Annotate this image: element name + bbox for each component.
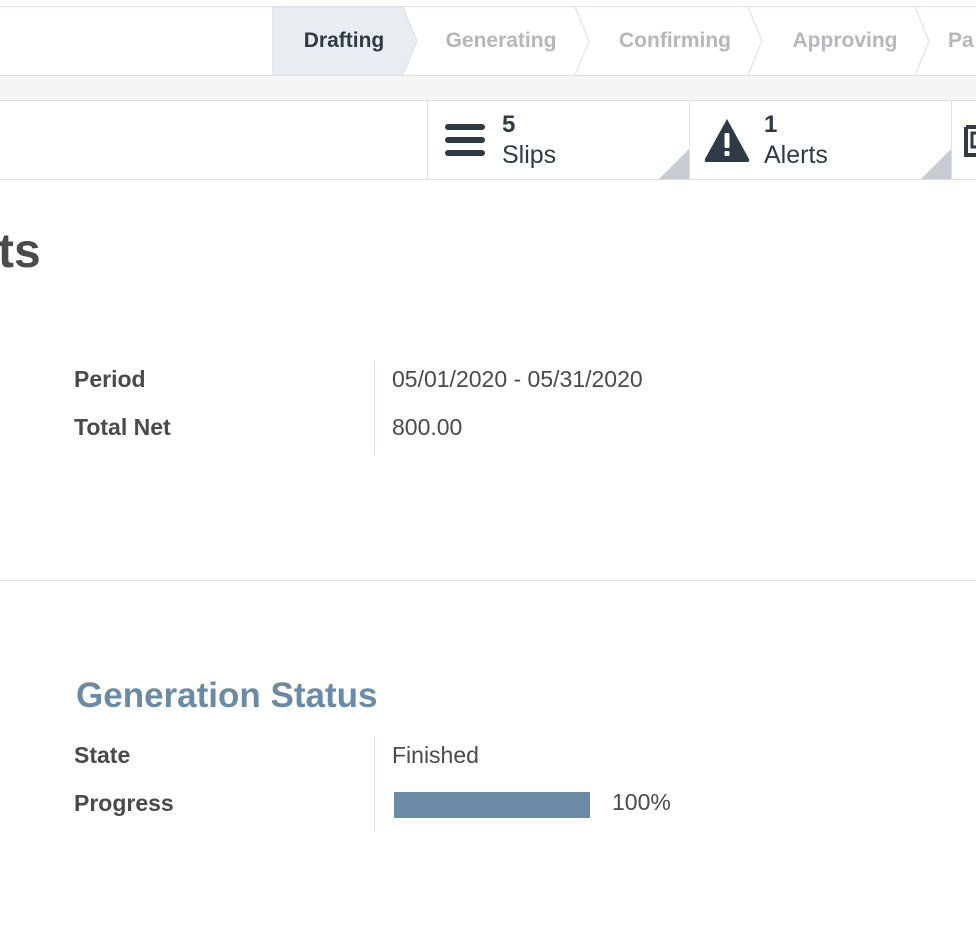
warning-icon bbox=[704, 119, 750, 162]
state-value: Finished bbox=[392, 742, 479, 768]
slips-count: 5 bbox=[502, 111, 516, 138]
stage-confirming[interactable]: Confirming bbox=[606, 7, 744, 75]
page-title: ts bbox=[0, 225, 41, 278]
alerts-count: 1 bbox=[764, 111, 778, 138]
list-icon bbox=[445, 124, 485, 156]
more-smart-button[interactable] bbox=[951, 101, 976, 179]
field-divider bbox=[374, 736, 375, 832]
smart-button-bar: 5 Slips 1 Alerts bbox=[0, 100, 976, 180]
alerts-label: Alerts bbox=[764, 141, 828, 169]
status-bar: Drafting Generating Confirming Approving… bbox=[0, 6, 976, 76]
progress-bar-fill bbox=[394, 792, 590, 818]
header-gap bbox=[0, 76, 976, 100]
progress-label: Progress bbox=[74, 790, 174, 816]
period-label: Period bbox=[74, 366, 146, 392]
document-icon bbox=[964, 125, 976, 157]
alerts-smart-button[interactable]: 1 Alerts bbox=[689, 101, 951, 179]
stage-approving[interactable]: Approving bbox=[777, 7, 913, 75]
state-label: State bbox=[74, 742, 131, 768]
progress-percent: 100% bbox=[612, 789, 671, 815]
section-divider bbox=[0, 580, 976, 581]
stage-generating[interactable]: Generating bbox=[432, 7, 570, 75]
generation-status-title: Generation Status bbox=[76, 676, 378, 715]
field-divider bbox=[374, 360, 375, 456]
stage-drafting[interactable]: Drafting bbox=[292, 7, 396, 75]
total-net-label: Total Net bbox=[74, 414, 171, 440]
total-net-value: 800.00 bbox=[392, 414, 463, 440]
slips-label: Slips bbox=[502, 141, 557, 169]
progress-bar bbox=[394, 792, 590, 818]
stage-paid[interactable]: Pa bbox=[948, 7, 976, 75]
slips-smart-button[interactable]: 5 Slips bbox=[427, 101, 689, 179]
period-value: 05/01/2020 - 05/31/2020 bbox=[392, 366, 643, 392]
smart-button-corner bbox=[659, 149, 689, 179]
smart-button-corner bbox=[921, 149, 951, 179]
